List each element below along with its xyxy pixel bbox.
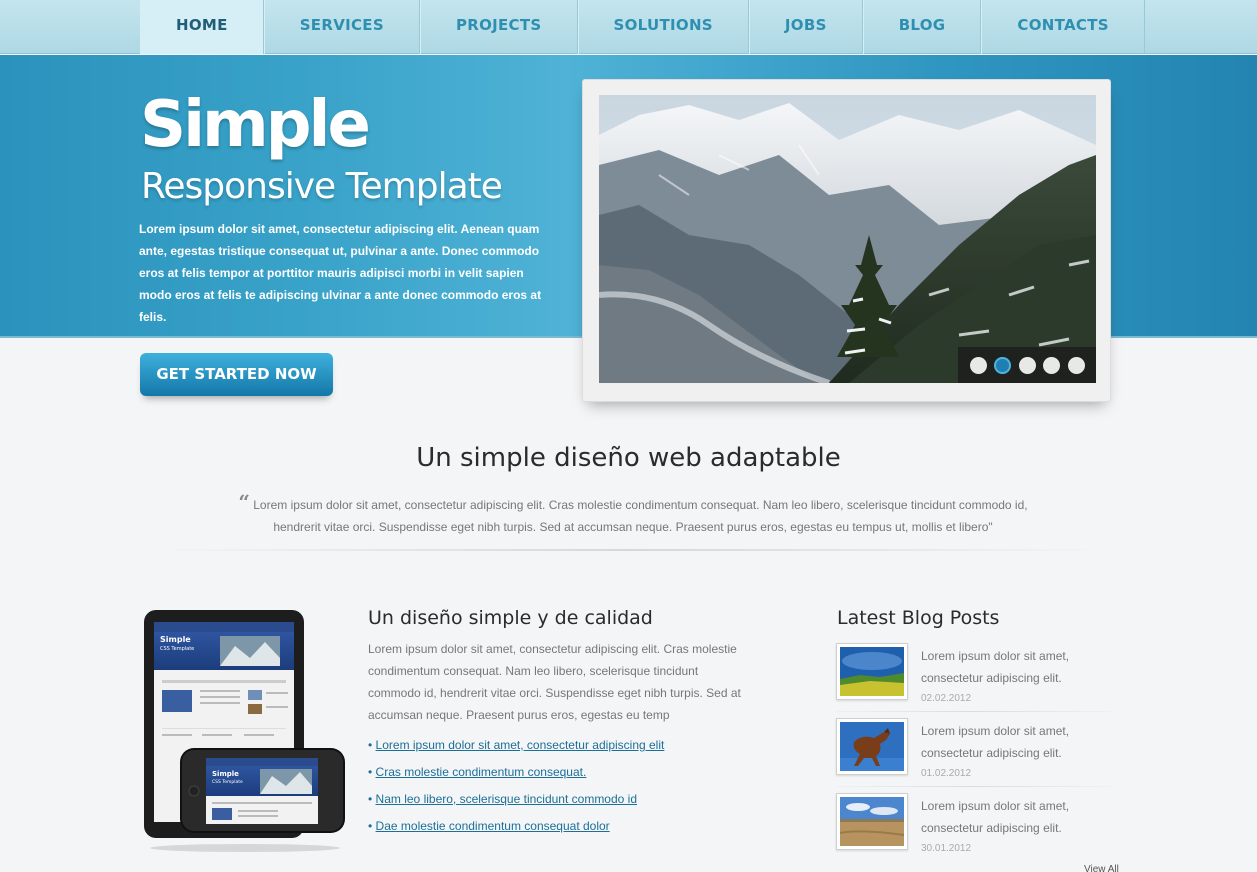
blog-post-date: 30.01.2012 — [921, 843, 972, 854]
quality-description: Lorem ipsum dolor sit amet, consectetur … — [368, 642, 741, 722]
intro-quote: “ Lorem ipsum dolor sit amet, consectetu… — [228, 491, 1038, 538]
quality-link-3[interactable]: Nam leo libero, scelerisque tincidunt co… — [376, 792, 637, 806]
quality-link-4[interactable]: Dae molestie condimentum consequat dolor — [376, 819, 610, 833]
view-all-link[interactable]: View All — [1084, 864, 1119, 872]
quality-link-1[interactable]: Lorem ipsum dolor sit amet, consectetur … — [376, 738, 665, 752]
post-divider — [836, 711, 1111, 712]
blog-post-excerpt: Lorem ipsum dolor sit amet, consectetur … — [921, 649, 1070, 685]
get-started-button[interactable]: GET STARTED NOW — [140, 353, 333, 396]
horse-thumbnail[interactable] — [836, 718, 908, 775]
phone-screen-subtitle: CSS Template — [212, 779, 243, 785]
blog-post-excerpt: Lorem ipsum dolor sit amet, consectetur … — [921, 799, 1070, 835]
slider-pagination — [958, 347, 1096, 383]
hero-title: Simple — [140, 88, 371, 162]
image-slider — [582, 79, 1111, 402]
section-divider — [150, 549, 1110, 551]
list-item: • Nam leo libero, scelerisque tincidunt … — [368, 789, 664, 816]
bullet-icon: • — [368, 792, 373, 806]
blog-post-excerpt: Lorem ipsum dolor sit amet, consectetur … — [921, 724, 1070, 760]
desert-landscape-thumbnail[interactable] — [836, 793, 908, 850]
blog-post: Lorem ipsum dolor sit amet, consectetur … — [836, 643, 1111, 713]
phone-screen-title: Simple — [212, 770, 239, 778]
blog-post: Lorem ipsum dolor sit amet, consectetur … — [836, 718, 1111, 788]
responsive-devices-image: Simple CSS Template Simple CSS Template — [140, 608, 350, 853]
hero-subtitle: Responsive Template — [141, 166, 503, 207]
quote-mark-icon: “ — [238, 490, 250, 514]
slider-image-mountains — [599, 95, 1096, 383]
blog-post: Lorem ipsum dolor sit amet, consectetur … — [836, 793, 1111, 863]
nav-item-projects[interactable]: PROJECTS — [419, 0, 578, 54]
blog-post-date: 02.02.2012 — [921, 693, 972, 704]
tablet-screen-title: Simple — [160, 635, 191, 644]
bullet-icon: • — [368, 738, 373, 752]
hero-description: Lorem ipsum dolor sit amet, consectetur … — [139, 222, 542, 324]
quality-title: Un diseño simple y de calidad — [368, 607, 653, 629]
nav-menu: HOME SERVICES PROJECTS SOLUTIONS JOBS BL… — [140, 0, 1145, 54]
slider-dot-4[interactable] — [1043, 356, 1060, 374]
quality-link-2[interactable]: Cras molestie condimentum consequat. — [376, 765, 587, 779]
field-landscape-thumbnail[interactable] — [836, 643, 908, 700]
bullet-icon: • — [368, 765, 373, 779]
nav-item-solutions[interactable]: SOLUTIONS — [577, 0, 749, 54]
slider-dot-2[interactable] — [994, 356, 1011, 374]
post-divider — [836, 786, 1111, 787]
nav-item-jobs[interactable]: JOBS — [748, 0, 863, 54]
list-item: • Dae molestie condimentum consequat dol… — [368, 816, 664, 843]
top-navigation: HOME SERVICES PROJECTS SOLUTIONS JOBS BL… — [0, 0, 1257, 54]
slider-dot-1[interactable] — [969, 356, 987, 374]
nav-item-services[interactable]: SERVICES — [263, 0, 420, 54]
list-item: • Lorem ipsum dolor sit amet, consectetu… — [368, 735, 664, 762]
slider-dot-3[interactable] — [1018, 356, 1036, 374]
quality-link-list: • Lorem ipsum dolor sit amet, consectetu… — [368, 735, 664, 843]
list-item: • Cras molestie condimentum consequat. — [368, 762, 664, 789]
tablet-screen-subtitle: CSS Template — [160, 646, 194, 652]
slider-dot-5[interactable] — [1067, 356, 1085, 374]
blog-title: Latest Blog Posts — [837, 607, 1000, 629]
nav-item-contacts[interactable]: CONTACTS — [981, 0, 1145, 54]
blog-post-date: 01.02.2012 — [921, 768, 972, 779]
nav-item-blog[interactable]: BLOG — [862, 0, 982, 54]
bullet-icon: • — [368, 819, 373, 833]
nav-item-home[interactable]: HOME — [140, 0, 264, 54]
intro-quote-text: Lorem ipsum dolor sit amet, consectetur … — [253, 498, 1028, 534]
intro-title: Un simple diseño web adaptable — [416, 443, 841, 473]
